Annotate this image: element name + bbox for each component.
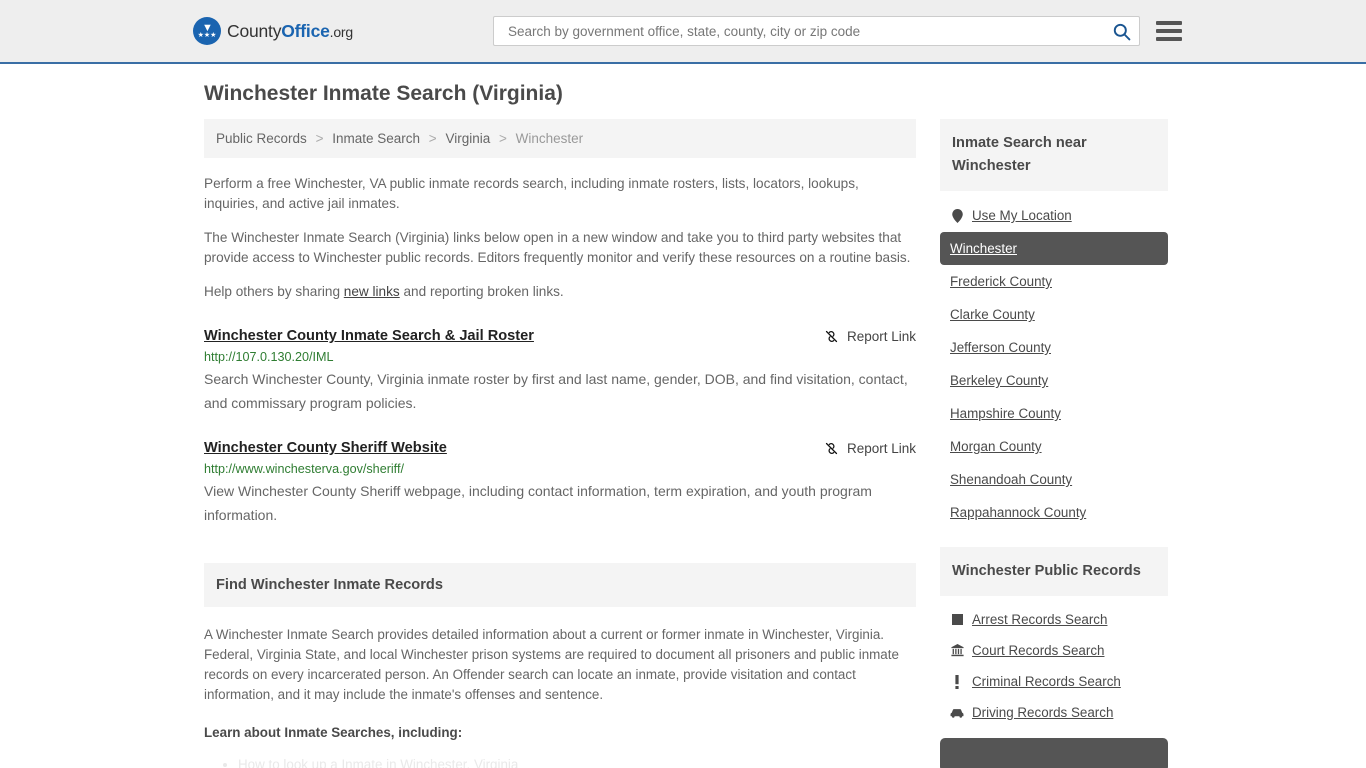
- exclamation-icon: [950, 674, 964, 689]
- result-url: http://107.0.130.20/IML: [204, 350, 334, 364]
- find-records-heading: Find Winchester Inmate Records: [204, 563, 916, 607]
- sidebar-item-clarke-county[interactable]: Clarke County: [940, 298, 1168, 331]
- map-pin-icon: [950, 208, 964, 223]
- sidebar-item-shenandoah-county[interactable]: Shenandoah County: [940, 463, 1168, 496]
- hamburger-bar: [1156, 21, 1182, 25]
- sidebar-item-hampshire-county[interactable]: Hampshire County: [940, 397, 1168, 430]
- sidebar-item-label[interactable]: Berkeley County: [950, 373, 1048, 388]
- eagle-seal-icon: ▼ ★★★: [193, 17, 221, 45]
- list-item: How to look up a Inmate in Winchester, V…: [238, 755, 916, 768]
- find-records-list: How to look up a Inmate in Winchester, V…: [204, 755, 916, 768]
- result-url: http://www.winchesterva.gov/sheriff/: [204, 462, 404, 476]
- breadcrumb-item-virginia[interactable]: Virginia: [445, 131, 490, 146]
- sidebar-item-rappahannock-county[interactable]: Rappahannock County: [940, 496, 1168, 529]
- search-button[interactable]: [1112, 22, 1131, 41]
- result-header: Winchester County Sheriff Website Report…: [204, 440, 916, 456]
- sidebar-item-frederick-county[interactable]: Frederick County: [940, 265, 1168, 298]
- intro-paragraph-2: The Winchester Inmate Search (Virginia) …: [204, 230, 911, 265]
- intro-paragraph-1: Perform a free Winchester, VA public inm…: [204, 176, 859, 211]
- sidebar-records-list: Arrest Records Search Court Records Sear…: [940, 604, 1168, 768]
- breadcrumb-separator: >: [315, 131, 324, 146]
- sidebar-item-winchester[interactable]: Winchester: [940, 232, 1168, 265]
- square-badge-icon: [950, 614, 964, 625]
- report-link-label: Report Link: [846, 441, 916, 456]
- report-link-button[interactable]: Report Link: [824, 328, 916, 344]
- result-list: Winchester County Inmate Search & Jail R…: [204, 328, 916, 527]
- sidebar-item-label[interactable]: Use My Location: [972, 208, 1072, 223]
- header-search-group: [493, 16, 1182, 46]
- sidebar-item-label[interactable]: Frederick County: [950, 274, 1052, 289]
- logo-text-part3: .org: [329, 23, 354, 40]
- sidebar-item-driving-records-search[interactable]: Driving Records Search: [940, 697, 1168, 728]
- sidebar-near-list: Use My Location Winchester Frederick Cou…: [940, 199, 1168, 529]
- sidebar: Inmate Search near Winchester Use My Loc…: [940, 119, 1168, 768]
- sidebar-item-label[interactable]: Jefferson County: [950, 340, 1051, 355]
- hamburger-bar: [1156, 29, 1182, 33]
- sidebar-item-label[interactable]: Rappahannock County: [950, 505, 1086, 520]
- breadcrumb-separator: >: [498, 131, 507, 146]
- intro-p3-after: and reporting broken links.: [399, 284, 564, 299]
- logo-text-part2: Office: [281, 20, 330, 41]
- sidebar-item-label[interactable]: Arrest Records Search: [972, 612, 1107, 627]
- page-title: Winchester Inmate Search (Virginia): [204, 82, 563, 105]
- unlink-icon: [825, 330, 838, 343]
- sidebar-item-label[interactable]: Morgan County: [950, 439, 1042, 454]
- sidebar-item-label[interactable]: Winchester: [950, 241, 1017, 256]
- sidebar-records-heading: Winchester Public Records: [940, 547, 1168, 596]
- site-header: ▼ ★★★ CountyOffice.org: [0, 0, 1366, 64]
- result-description: View Winchester County Sheriff webpage, …: [204, 483, 872, 523]
- report-link-label: Report Link: [846, 329, 916, 344]
- unlink-icon: [825, 442, 838, 455]
- site-logo[interactable]: ▼ ★★★ CountyOffice.org: [193, 17, 353, 45]
- courthouse-icon: [950, 644, 964, 657]
- search-input[interactable]: [506, 22, 1112, 40]
- sidebar-item-label[interactable]: Court Records Search: [972, 643, 1104, 658]
- search-icon: [1113, 23, 1131, 40]
- sidebar-item-court-records-search[interactable]: Court Records Search: [940, 635, 1168, 666]
- breadcrumb: Public Records > Inmate Search > Virgini…: [204, 119, 916, 158]
- report-link-button[interactable]: Report Link: [824, 440, 916, 456]
- intro-text: Perform a free Winchester, VA public inm…: [204, 174, 916, 302]
- sidebar-item-label[interactable]: Hampshire County: [950, 406, 1061, 421]
- breadcrumb-item-public-records[interactable]: Public Records: [216, 131, 307, 146]
- sidebar-near-heading: Inmate Search near Winchester: [940, 119, 1168, 191]
- sidebar-item-use-my-location[interactable]: Use My Location: [940, 199, 1168, 232]
- intro-p3-before: Help others by sharing: [204, 284, 344, 299]
- sidebar-item-label[interactable]: Clarke County: [950, 307, 1035, 322]
- sidebar-item-jefferson-county[interactable]: Jefferson County: [940, 331, 1168, 364]
- car-icon: [950, 708, 964, 718]
- sidebar-item-label[interactable]: Driving Records Search: [972, 705, 1113, 720]
- page-body: Winchester Inmate Search (Virginia) Publ…: [0, 64, 1366, 768]
- logo-text: CountyOffice.org: [227, 21, 353, 42]
- sidebar-item-label[interactable]: Criminal Records Search: [972, 674, 1121, 689]
- intro-paragraph-3: Help others by sharing new links and rep…: [204, 282, 916, 302]
- breadcrumb-item-inmate-search[interactable]: Inmate Search: [332, 131, 420, 146]
- result-item: Winchester County Sheriff Website Report…: [204, 440, 916, 527]
- sidebar-item-label[interactable]: Shenandoah County: [950, 472, 1072, 487]
- breadcrumb-separator: >: [428, 131, 437, 146]
- result-description: Search Winchester County, Virginia inmat…: [204, 371, 908, 411]
- hamburger-bar: [1156, 37, 1182, 41]
- logo-text-part1: County: [227, 20, 282, 41]
- hamburger-menu-icon[interactable]: [1156, 21, 1182, 41]
- new-links-link[interactable]: new links: [344, 284, 400, 299]
- result-item: Winchester County Inmate Search & Jail R…: [204, 328, 916, 415]
- sidebar-item-criminal-records-search[interactable]: Criminal Records Search: [940, 666, 1168, 697]
- main-column: Public Records > Inmate Search > Virgini…: [204, 119, 916, 768]
- result-header: Winchester County Inmate Search & Jail R…: [204, 328, 916, 344]
- search-box[interactable]: [493, 16, 1140, 46]
- find-records-paragraph: A Winchester Inmate Search provides deta…: [204, 627, 899, 702]
- find-records-body: A Winchester Inmate Search provides deta…: [204, 625, 916, 768]
- sidebar-item-arrest-records-search[interactable]: Arrest Records Search: [940, 604, 1168, 635]
- find-records-subheading: Learn about Inmate Searches, including:: [204, 725, 463, 740]
- sidebar-item-berkeley-county[interactable]: Berkeley County: [940, 364, 1168, 397]
- result-title-link[interactable]: Winchester County Sheriff Website: [204, 440, 447, 456]
- sidebar-item-morgan-county[interactable]: Morgan County: [940, 430, 1168, 463]
- result-title-link[interactable]: Winchester County Inmate Search & Jail R…: [204, 328, 534, 344]
- sidebar-cta-button[interactable]: [940, 738, 1168, 768]
- breadcrumb-item-winchester: Winchester: [515, 131, 584, 146]
